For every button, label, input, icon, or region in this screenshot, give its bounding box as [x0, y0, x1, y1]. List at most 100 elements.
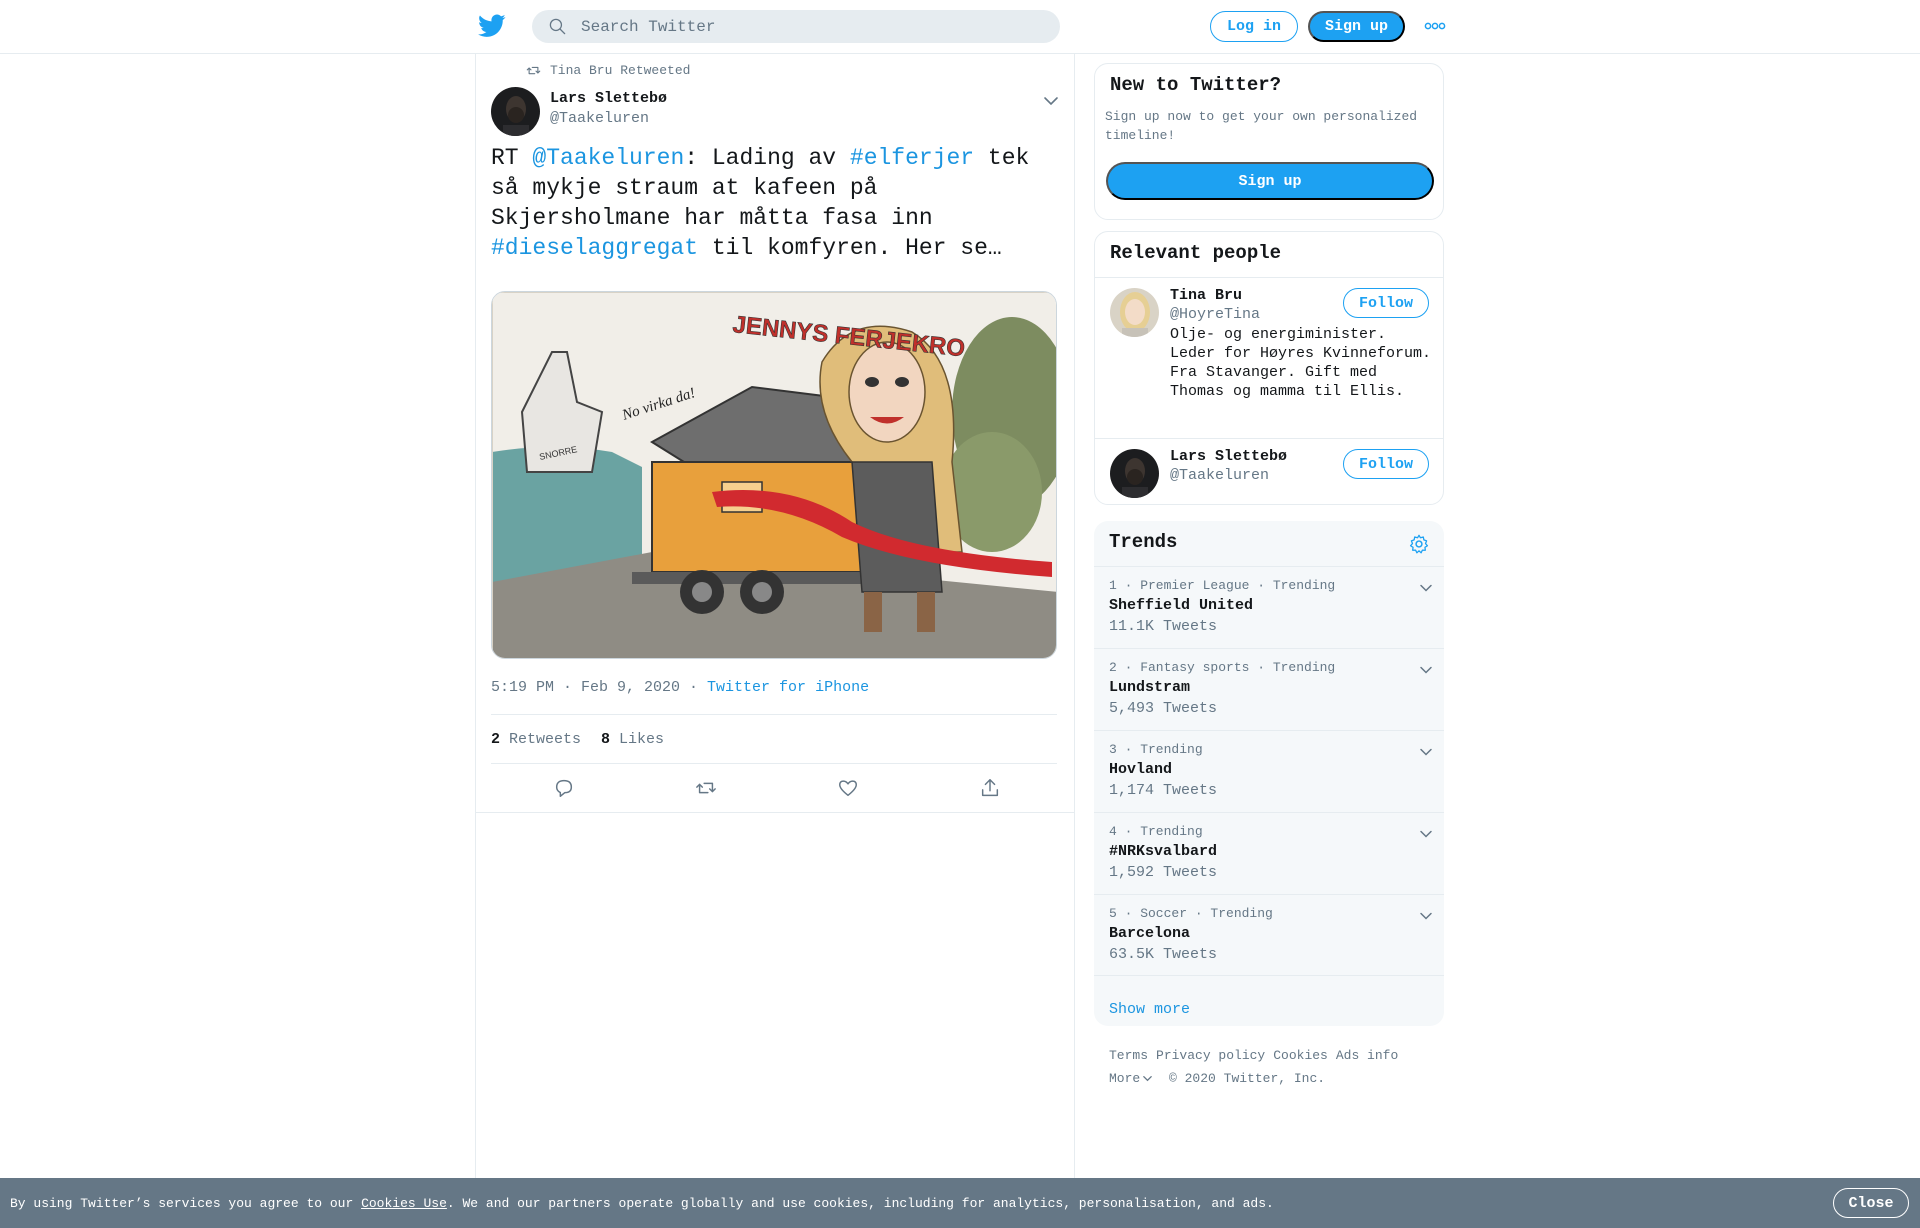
trend-item[interactable]: 4 · Trending #NRKsvalbard 1,592 Tweets	[1094, 812, 1444, 894]
footer-second-row: More © 2020 Twitter, Inc.	[1109, 1067, 1439, 1090]
top-navigation-bar: Search Twitter Log in Sign up	[0, 0, 1920, 54]
trend-context: 5 · Soccer · Trending	[1109, 906, 1273, 921]
footer-link-cookies[interactable]: Cookies	[1273, 1048, 1328, 1063]
show-more-link[interactable]: Show more	[1109, 1001, 1190, 1018]
trend-item[interactable]: 5 · Soccer · Trending Barcelona 63.5K Tw…	[1094, 894, 1444, 976]
tweet-text-part: til komfyren. Her se…	[698, 235, 1002, 261]
retweeted-by-label[interactable]: Tina Bru Retweeted	[550, 63, 690, 78]
trend-count: 11.1K Tweets	[1109, 618, 1218, 635]
retweets-label: Retweets	[509, 730, 582, 748]
retweets-count: 2	[491, 730, 501, 748]
tweet-image[interactable]: SNORRE No virka da! JENNYS FERJEKRO	[491, 291, 1057, 659]
chevron-down-icon[interactable]	[1418, 580, 1434, 596]
trends-card: Trends 1 · Premier League · Trending She…	[1094, 521, 1444, 1026]
retweet-context: Tina Bru Retweeted	[526, 63, 690, 78]
sidebar-signup-button[interactable]: Sign up	[1106, 162, 1434, 200]
tweet-source-link[interactable]: Twitter for iPhone	[707, 679, 869, 696]
trend-topic[interactable]: Barcelona	[1109, 925, 1190, 942]
footer-link-privacy[interactable]: Privacy policy	[1156, 1048, 1265, 1063]
trend-count: 1,592 Tweets	[1109, 864, 1218, 881]
like-heart-icon[interactable]	[837, 777, 859, 799]
likes-count: 8	[601, 730, 611, 748]
hashtag-link[interactable]: #elferjer	[850, 145, 974, 171]
trends-title: Trends	[1109, 531, 1178, 553]
cookie-close-button[interactable]: Close	[1833, 1188, 1909, 1218]
chevron-down-icon[interactable]	[1042, 92, 1060, 110]
tweet-stats: 2 Retweets 8 Likes	[491, 714, 1057, 764]
trend-count: 63.5K Tweets	[1109, 946, 1218, 963]
share-icon[interactable]	[979, 777, 1001, 799]
trend-context: 1 · Premier League · Trending	[1109, 578, 1336, 593]
person-handle[interactable]: @Taakeluren	[1170, 467, 1269, 484]
search-bar[interactable]: Search Twitter	[532, 10, 1060, 43]
hashtag-link[interactable]: #dieselaggregat	[491, 235, 698, 261]
search-input[interactable]: Search Twitter	[581, 18, 715, 36]
new-to-twitter-title: New to Twitter?	[1110, 74, 1282, 96]
tweet-text-part: : Lading av	[684, 145, 850, 171]
retweet-icon	[526, 66, 541, 75]
footer-more-menu[interactable]: More	[1109, 1071, 1153, 1086]
person-card[interactable]: Lars Slettebø @Taakeluren Follow	[1095, 438, 1443, 504]
chevron-down-icon	[1143, 1076, 1153, 1082]
trend-context: 3 · Trending	[1109, 742, 1203, 757]
relevant-people-title: Relevant people	[1110, 242, 1282, 264]
relevant-people-card: Relevant people Tina Bru @HoyreTina Foll…	[1094, 231, 1444, 505]
trend-topic[interactable]: #NRKsvalbard	[1109, 843, 1217, 860]
person-handle[interactable]: @HoyreTina	[1170, 306, 1260, 323]
meta-separator: ·	[680, 679, 708, 696]
trend-item[interactable]: 1 · Premier League · Trending Sheffield …	[1094, 566, 1444, 648]
footer-links: Terms Privacy policy Cookies Ads info	[1109, 1044, 1439, 1067]
trend-topic[interactable]: Hovland	[1109, 761, 1172, 778]
person-name[interactable]: Lars Slettebø	[1170, 448, 1287, 465]
trend-context: 2 · Fantasy sports · Trending	[1109, 660, 1336, 675]
person-bio: Olje- og energiminister. Leder for Høyre…	[1170, 326, 1432, 400]
tweet-actions	[476, 765, 1074, 813]
more-dots-icon[interactable]	[1424, 20, 1446, 32]
retweets-stat[interactable]: 2 Retweets	[491, 731, 581, 748]
footer-more-label: More	[1109, 1071, 1141, 1086]
trend-context: 4 · Trending	[1109, 824, 1203, 839]
likes-label: Likes	[619, 730, 665, 748]
follow-button[interactable]: Follow	[1343, 449, 1429, 479]
person-avatar[interactable]	[1110, 288, 1159, 337]
gear-icon[interactable]	[1408, 533, 1430, 555]
search-icon	[549, 18, 566, 35]
trend-item[interactable]: 3 · Trending Hovland 1,174 Tweets	[1094, 730, 1444, 812]
tweet-timestamp[interactable]: 5:19 PM · Feb 9, 2020	[491, 679, 680, 696]
chevron-down-icon[interactable]	[1418, 908, 1434, 924]
likes-stat[interactable]: 8 Likes	[601, 731, 664, 748]
relevant-people-header: Relevant people	[1095, 232, 1443, 278]
tweet-text-part: RT	[491, 145, 533, 171]
footer-link-terms[interactable]: Terms	[1109, 1048, 1148, 1063]
cookie-text-after: . We and our partners operate globally a…	[446, 1195, 1274, 1211]
login-button[interactable]: Log in	[1210, 11, 1298, 42]
chevron-down-icon[interactable]	[1418, 744, 1434, 760]
tweet-text: RT @Taakeluren: Lading av #elferjer tek …	[491, 143, 1051, 263]
person-avatar[interactable]	[1110, 449, 1159, 498]
cookie-text-before: By using Twitter’s services you agree to…	[10, 1195, 362, 1211]
trend-topic[interactable]: Lundstram	[1109, 679, 1190, 696]
trend-count: 5,493 Tweets	[1109, 700, 1218, 717]
author-name[interactable]: Lars Slettebø	[550, 90, 667, 107]
trend-item[interactable]: 2 · Fantasy sports · Trending Lundstram …	[1094, 648, 1444, 730]
trend-count: 1,174 Tweets	[1109, 782, 1218, 799]
sidebar-footer: Terms Privacy policy Cookies Ads info More …	[1109, 1044, 1439, 1090]
tweet-meta: 5:19 PM · Feb 9, 2020 · Twitter for iPho…	[491, 679, 869, 696]
author-handle[interactable]: @Taakeluren	[550, 110, 649, 127]
cookies-use-link[interactable]: Cookies Use	[361, 1196, 447, 1211]
footer-link-ads-info[interactable]: Ads info	[1336, 1048, 1398, 1063]
reply-icon[interactable]	[553, 777, 575, 799]
author-avatar[interactable]	[491, 87, 540, 136]
person-name[interactable]: Tina Bru	[1170, 287, 1242, 304]
twitter-bird-icon[interactable]	[478, 14, 506, 38]
signup-button[interactable]: Sign up	[1308, 11, 1405, 42]
retweet-action-icon[interactable]	[695, 777, 717, 799]
chevron-down-icon[interactable]	[1418, 826, 1434, 842]
trend-topic[interactable]: Sheffield United	[1109, 597, 1253, 614]
person-card[interactable]: Tina Bru @HoyreTina Follow Olje- og ener…	[1095, 278, 1443, 438]
follow-button[interactable]: Follow	[1343, 288, 1429, 318]
mention-link[interactable]: @Taakeluren	[532, 145, 684, 171]
cookie-text: By using Twitter’s services you agree to…	[10, 1196, 1274, 1211]
footer-copyright: © 2020 Twitter, Inc.	[1169, 1071, 1326, 1086]
chevron-down-icon[interactable]	[1418, 662, 1434, 678]
